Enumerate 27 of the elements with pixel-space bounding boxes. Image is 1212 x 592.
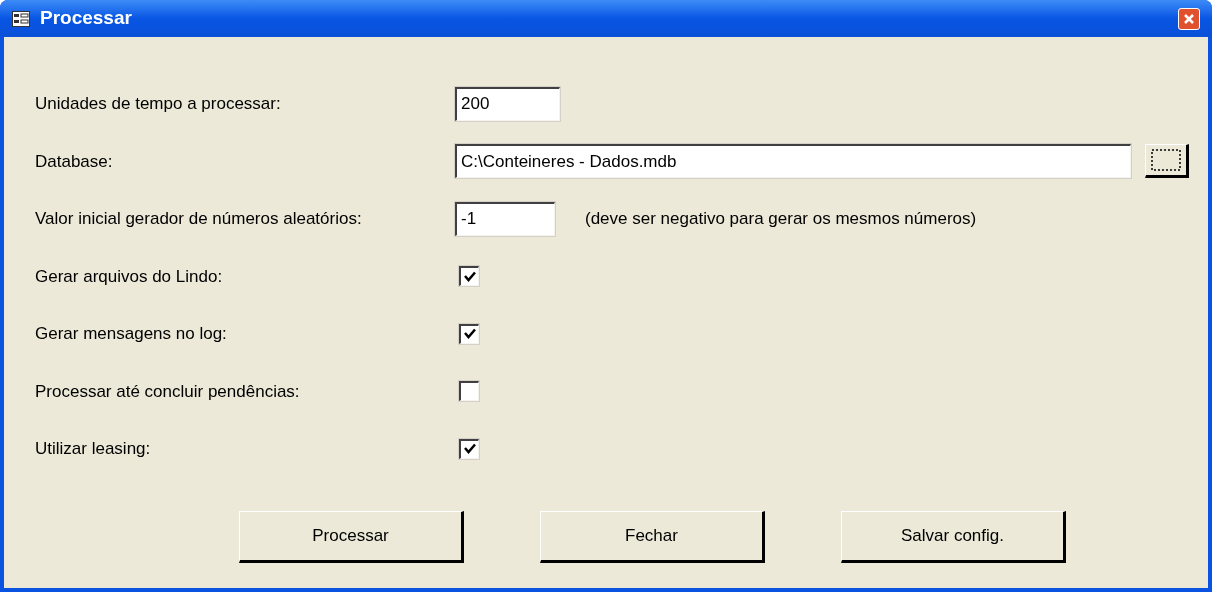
- form-icon: [12, 10, 30, 27]
- dotted-frame-icon: [1150, 148, 1182, 173]
- window-title: Processar: [40, 6, 133, 31]
- field-label: Unidades de tempo a processar:: [35, 93, 282, 115]
- dialog-button[interactable]: Fechar: [540, 510, 765, 563]
- field-label: Valor inicial gerador de números aleatórios:: [35, 208, 363, 230]
- field-label: Processar até concluir pendências:: [35, 380, 301, 403]
- field-label: Database:: [35, 150, 114, 173]
- checkbox[interactable]: [459, 266, 479, 287]
- input-field[interactable]: C:\Conteineres - Dados.mdb: [455, 144, 1131, 179]
- checkmark-icon: [462, 269, 477, 284]
- dialog-button[interactable]: Processar: [239, 510, 464, 563]
- close-button[interactable]: [1178, 7, 1200, 30]
- field-label: Gerar arquivos do Lindo:: [35, 265, 224, 288]
- checkbox[interactable]: [459, 381, 479, 402]
- checkmark-icon: [462, 442, 477, 457]
- input-field[interactable]: 200: [455, 86, 560, 121]
- dialog-button[interactable]: Salvar config.: [841, 510, 1066, 563]
- hint-text: (deve ser negativo para gerar os mesmos números): [585, 208, 977, 230]
- close-icon: [1183, 12, 1195, 25]
- checkbox[interactable]: [459, 323, 479, 344]
- browse-button[interactable]: [1145, 144, 1189, 179]
- field-label: Utilizar leasing:: [35, 438, 152, 460]
- input-field[interactable]: -1: [455, 201, 555, 236]
- field-label: Gerar mensagens no log:: [35, 323, 228, 345]
- checkbox[interactable]: [459, 438, 479, 459]
- checkmark-icon: [462, 327, 477, 342]
